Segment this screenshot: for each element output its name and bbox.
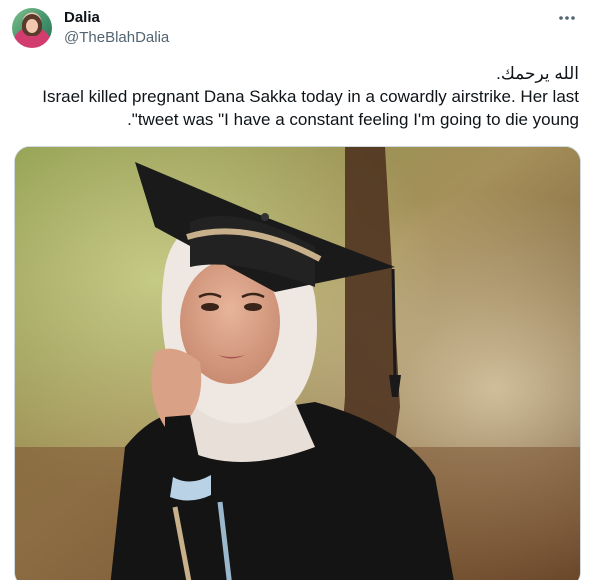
tweet-card[interactable]: Dalia @TheBlahDalia الله يرحمك. Israel k… [0, 0, 595, 580]
tweet-photo[interactable] [14, 146, 581, 580]
tweet-text: الله يرحمك. Israel killed pregnant Dana … [14, 62, 579, 131]
tweet-line-2: tweet was "I have a constant feeling I'm… [127, 110, 579, 129]
photo-illustration [15, 147, 580, 580]
tweet-line-arabic: الله يرحمك. [496, 64, 579, 83]
tweet-line-1: Israel killed pregnant Dana Sakka today … [42, 87, 579, 106]
author-handle[interactable]: @TheBlahDalia [64, 29, 169, 46]
author-name[interactable]: Dalia [64, 9, 100, 26]
avatar[interactable] [12, 8, 52, 48]
more-horizontal-icon[interactable] [557, 10, 577, 26]
avatar-face [26, 19, 38, 33]
